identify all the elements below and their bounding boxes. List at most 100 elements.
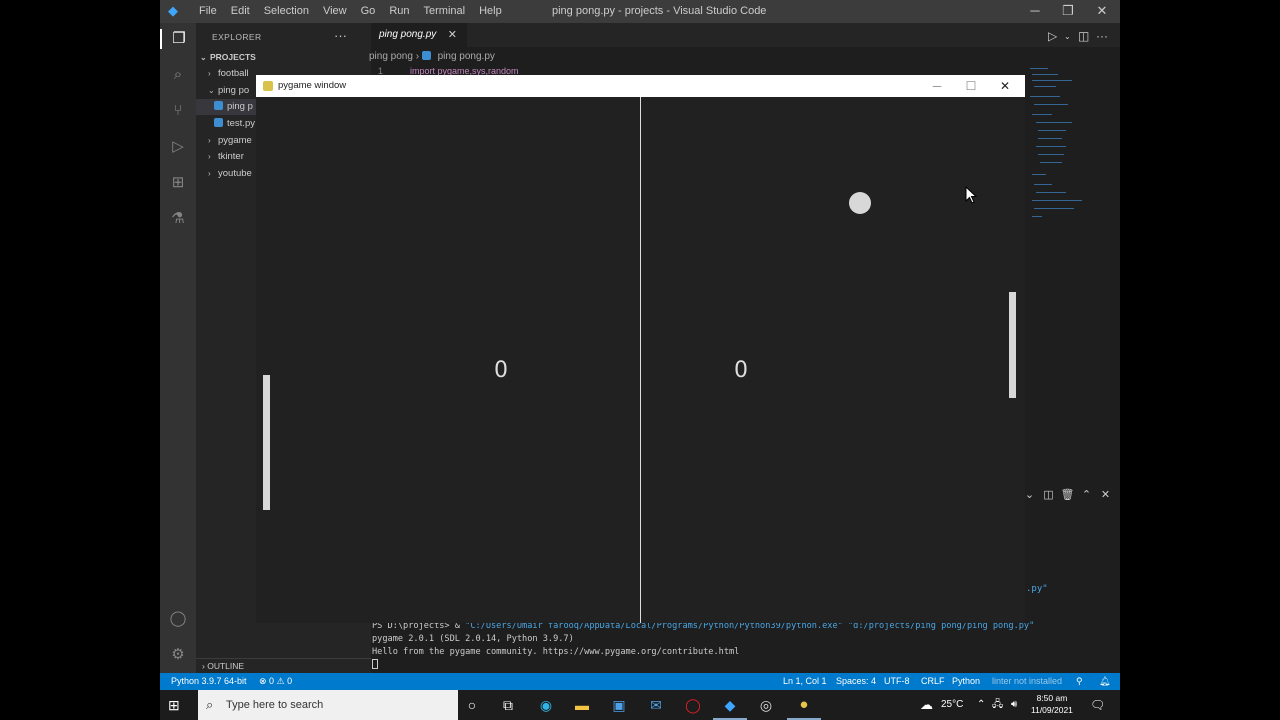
- live-share-icon[interactable]: ⚲: [1076, 673, 1083, 690]
- maximize-icon[interactable]: ☐: [954, 75, 988, 97]
- file-explorer-icon[interactable]: ▬: [572, 696, 592, 714]
- notifications-bell-icon[interactable]: 🔔︎: [1099, 673, 1110, 690]
- breadcrumb-file[interactable]: ping pong.py: [438, 51, 495, 62]
- terminal-wrapped-fragment: .py": [1026, 584, 1048, 594]
- edge-icon[interactable]: ◉: [536, 696, 556, 714]
- python-file-icon: [214, 118, 223, 127]
- terminal-cursor: [372, 659, 378, 670]
- status-python-interpreter[interactable]: Python 3.9.7 64-bit: [171, 673, 247, 690]
- menu-selection[interactable]: Selection: [257, 5, 316, 18]
- split-editor-icon[interactable]: ◫: [1078, 29, 1089, 43]
- opera-icon[interactable]: ◯: [683, 696, 703, 714]
- trash-icon[interactable]: 🗑: [1058, 488, 1077, 501]
- status-cursor-position[interactable]: Ln 1, Col 1: [783, 673, 827, 690]
- testing-icon[interactable]: ⚗: [168, 209, 188, 229]
- outline-label: OUTLINE: [207, 661, 245, 671]
- tree-item-label: football: [218, 68, 249, 79]
- source-control-icon[interactable]: ⑂: [168, 101, 188, 121]
- menu-run[interactable]: Run: [382, 5, 416, 18]
- extensions-icon[interactable]: ⊞: [168, 173, 188, 193]
- search-icon[interactable]: ⌕: [168, 65, 188, 85]
- menu-view[interactable]: View: [316, 5, 354, 18]
- python-file-icon: [214, 101, 223, 110]
- menu-file[interactable]: File: [192, 5, 224, 18]
- projects-section[interactable]: ⌄ PROJECTS: [196, 49, 371, 65]
- taskbar: ⊞ ⌕ Type here to search ○ ⧉ ◉ ▬ ▣ ✉ ◯ ◆ …: [160, 690, 1120, 720]
- store-icon[interactable]: ▣: [609, 696, 629, 714]
- minimap[interactable]: [1030, 66, 1090, 226]
- close-tab-icon[interactable]: ✕: [448, 23, 457, 47]
- game-canvas[interactable]: 0 0: [256, 97, 1025, 623]
- chevron-down-icon: ⌄: [208, 86, 215, 95]
- status-indentation[interactable]: Spaces: 4: [836, 673, 876, 690]
- status-bar: Python 3.9.7 64-bit ⊗ 0 ⚠ 0 Ln 1, Col 1 …: [160, 673, 1120, 690]
- tray-expand-icon[interactable]: ⌃: [977, 690, 985, 720]
- breadcrumb: ping pong › ping pong.py: [369, 47, 1120, 67]
- settings-gear-icon[interactable]: ⚙: [168, 645, 188, 665]
- more-actions-icon[interactable]: ···: [1096, 29, 1108, 43]
- tree-item-label: tkinter: [218, 151, 244, 162]
- status-problems[interactable]: ⊗ 0 ⚠ 0: [259, 673, 292, 690]
- explorer-icon[interactable]: ❐: [160, 29, 196, 49]
- projects-label: PROJECTS: [210, 52, 256, 62]
- python-taskbar-icon[interactable]: ⚫︎: [794, 696, 814, 714]
- maximize-panel-icon[interactable]: ⌃: [1077, 488, 1096, 501]
- tree-item-label: pygame: [218, 135, 252, 146]
- network-icon[interactable]: 🖧︎: [992, 690, 1003, 720]
- breadcrumb-folder[interactable]: ping pong: [369, 51, 413, 62]
- menu-bar: File Edit Selection View Go Run Terminal…: [192, 5, 509, 18]
- terminal[interactable]: PS D:\projects> & "C:/Users/Umair farooq…: [371, 621, 1120, 673]
- tab-ping-pong[interactable]: ping pong.py ✕: [371, 23, 467, 47]
- volume-icon[interactable]: 🔊︎: [1011, 690, 1017, 720]
- terminal-line-version: pygame 2.0.1 (SDL 2.0.14, Python 3.9.7): [372, 634, 574, 644]
- pygame-title-bar[interactable]: pygame window ─ ☐ ✕: [256, 75, 1025, 97]
- clock-date: 11/09/2021: [1031, 705, 1073, 715]
- chevron-down-icon: ⌄: [200, 53, 207, 62]
- menu-terminal[interactable]: Terminal: [417, 5, 473, 18]
- windows-start-icon[interactable]: ⊞: [168, 697, 180, 714]
- menu-help[interactable]: Help: [472, 5, 509, 18]
- chevron-down-icon[interactable]: ⌄: [1064, 32, 1071, 41]
- outline-section[interactable]: › OUTLINE: [196, 658, 371, 673]
- split-terminal-icon[interactable]: ◫: [1039, 488, 1058, 501]
- window-title: ping pong.py - projects - Visual Studio …: [552, 5, 767, 17]
- desktop: ◆ File Edit Selection View Go Run Termin…: [0, 0, 1280, 720]
- minimize-icon[interactable]: ─: [1020, 3, 1050, 18]
- run-file-icon[interactable]: ▷: [1048, 29, 1057, 43]
- menu-edit[interactable]: Edit: [224, 5, 257, 18]
- center-line: [640, 97, 641, 623]
- chevron-right-icon: ›: [208, 69, 211, 78]
- panel-toolbar: ⌄ ◫ 🗑 ⌃ ✕: [1020, 488, 1115, 501]
- menu-go[interactable]: Go: [354, 5, 383, 18]
- account-icon[interactable]: ◯: [168, 609, 188, 629]
- vscode-taskbar-icon[interactable]: ◆: [720, 696, 740, 714]
- terminal-line-hello: Hello from the pygame community. https:/…: [372, 647, 740, 657]
- more-actions-icon[interactable]: ···: [334, 28, 347, 43]
- taskbar-search-box[interactable]: ⌕ Type here to search: [198, 690, 458, 720]
- cortana-icon[interactable]: ○: [462, 696, 482, 714]
- weather-cloud-icon[interactable]: ☁: [920, 690, 933, 720]
- close-icon[interactable]: ✕: [988, 75, 1022, 97]
- pygame-icon: [263, 81, 273, 91]
- status-language[interactable]: Python: [952, 673, 980, 690]
- status-encoding[interactable]: UTF-8: [884, 673, 910, 690]
- search-icon: ⌕: [206, 697, 214, 712]
- right-score: 0: [734, 358, 748, 383]
- weather-temp[interactable]: 25°C: [941, 690, 963, 720]
- mail-icon[interactable]: ✉: [646, 696, 666, 714]
- status-eol[interactable]: CRLF: [921, 673, 945, 690]
- activity-bar: ❐ ⌕ ⑂ ▷ ⊞ ⚗ ◯ ⚙: [160, 23, 196, 673]
- run-debug-icon[interactable]: ▷: [168, 137, 188, 157]
- explorer-heading: EXPLORER: [212, 32, 262, 42]
- notifications-icon[interactable]: 🗨︎: [1090, 690, 1105, 720]
- close-panel-icon[interactable]: ✕: [1096, 488, 1115, 501]
- taskbar-clock[interactable]: 8:50 am 11/09/2021: [1031, 692, 1073, 716]
- task-view-icon[interactable]: ⧉: [498, 696, 518, 714]
- restore-icon[interactable]: ❐: [1053, 3, 1083, 19]
- status-linter[interactable]: linter not installed: [992, 673, 1062, 690]
- close-icon[interactable]: ✕: [1087, 3, 1117, 19]
- minimize-icon[interactable]: ─: [920, 75, 954, 97]
- left-paddle: [263, 375, 270, 510]
- search-placeholder: Type here to search: [226, 699, 324, 711]
- obs-icon[interactable]: ◎: [756, 696, 776, 714]
